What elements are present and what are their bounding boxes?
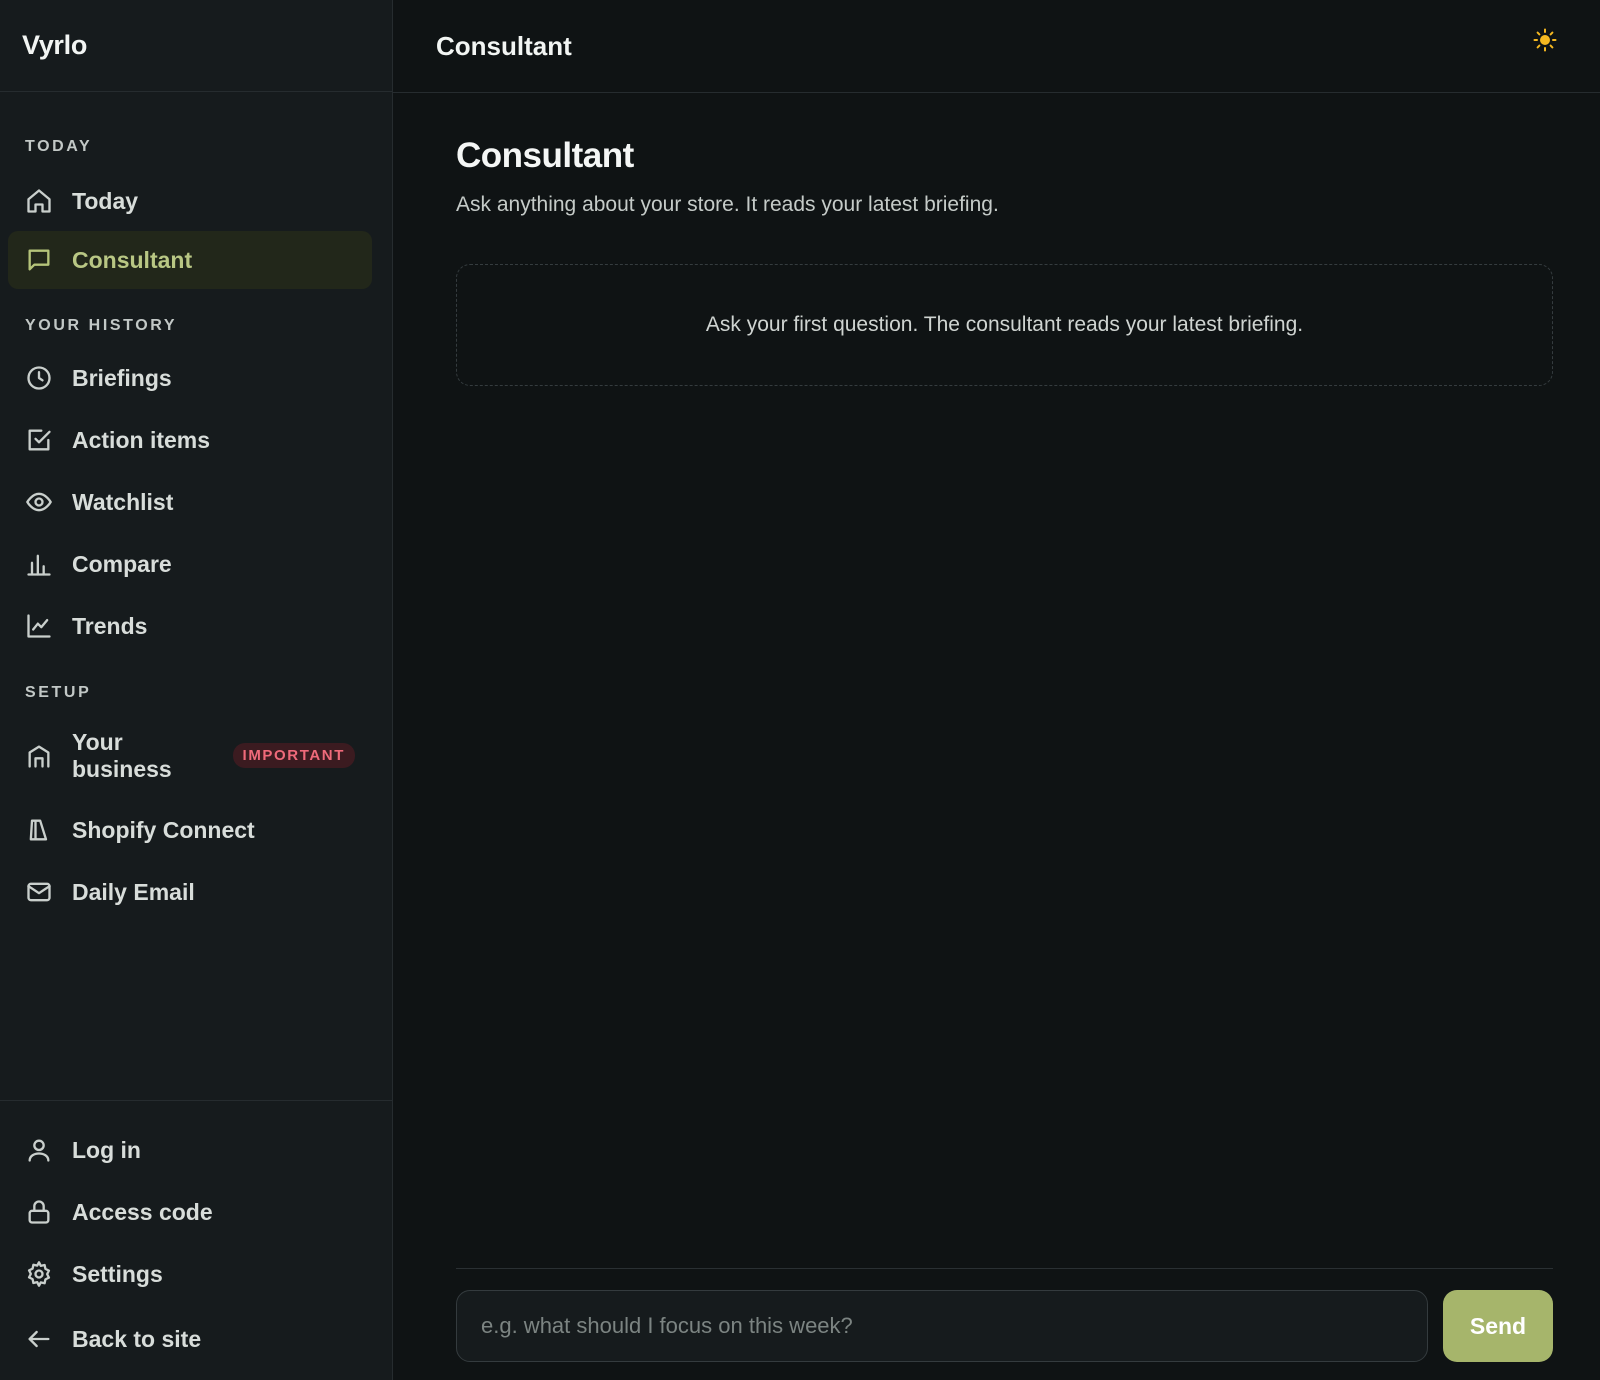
message-square-icon — [25, 246, 53, 274]
clock-icon — [25, 364, 53, 392]
sidebar-item-consultant[interactable]: Consultant — [8, 231, 372, 289]
sidebar-item-label: Action items — [72, 426, 211, 453]
sidebar-item-label: Daily Email — [72, 878, 195, 905]
sidebar-item-label: Briefings — [72, 364, 172, 391]
sidebar-item-login[interactable]: Log in — [8, 1121, 372, 1179]
sidebar-item-label: Trends — [72, 612, 148, 639]
empty-state: Ask your first question. The consultant … — [456, 264, 1553, 386]
gear-icon — [25, 1260, 53, 1288]
sidebar-item-label: Log in — [72, 1136, 141, 1163]
sidebar-item-your-business[interactable]: Your business IMPORTANT — [8, 727, 372, 785]
sidebar: Vyrlo TODAY Today Consultant YOUR HISTOR… — [0, 0, 393, 1380]
section-label-setup: SETUP — [25, 684, 92, 701]
home-icon — [25, 187, 53, 215]
sidebar-item-label: Watchlist — [72, 488, 174, 515]
sidebar-item-label: Back to site — [72, 1325, 202, 1352]
user-icon — [25, 1136, 53, 1164]
important-badge: IMPORTANT — [232, 743, 355, 768]
sidebar-item-label: Consultant — [72, 246, 193, 273]
bar-chart-icon — [25, 550, 53, 578]
sidebar-item-compare[interactable]: Compare — [8, 535, 372, 593]
sidebar-item-shopify-connect[interactable]: Shopify Connect — [8, 801, 372, 859]
page-subtitle: Ask anything about your store. It reads … — [456, 193, 999, 216]
page-title: Consultant — [456, 136, 634, 175]
top-bar: Consultant — [393, 0, 1600, 93]
section-label-history: YOUR HISTORY — [25, 317, 178, 334]
brand-logo[interactable]: Vyrlo — [0, 0, 392, 92]
mail-icon — [25, 878, 53, 906]
sidebar-item-label: Settings — [72, 1260, 163, 1287]
question-input[interactable] — [456, 1290, 1428, 1362]
eye-icon — [25, 488, 53, 516]
shopping-bag-icon — [25, 816, 53, 844]
sidebar-item-watchlist[interactable]: Watchlist — [8, 473, 372, 531]
sidebar-item-settings[interactable]: Settings — [8, 1245, 372, 1303]
sidebar-item-label: Shopify Connect — [72, 816, 255, 843]
sidebar-item-label: Your business — [72, 729, 172, 782]
sidebar-item-action-items[interactable]: Action items — [8, 411, 372, 469]
line-chart-icon — [25, 612, 53, 640]
check-square-icon — [25, 426, 53, 454]
store-icon — [25, 742, 53, 770]
sidebar-item-daily-email[interactable]: Daily Email — [8, 863, 372, 921]
sidebar-item-trends[interactable]: Trends — [8, 597, 372, 655]
section-label-today: TODAY — [25, 138, 93, 155]
sun-icon[interactable] — [1532, 27, 1558, 53]
sidebar-item-briefings[interactable]: Briefings — [8, 349, 372, 407]
lock-icon — [25, 1198, 53, 1226]
sidebar-item-today[interactable]: Today — [8, 172, 372, 230]
composer-divider — [456, 1268, 1553, 1269]
sidebar-item-label: Today — [72, 187, 139, 214]
sidebar-item-back-to-site[interactable]: Back to site — [8, 1310, 372, 1368]
arrow-left-icon — [25, 1325, 53, 1353]
sidebar-item-label: Access code — [72, 1198, 213, 1225]
topbar-title: Consultant — [436, 30, 572, 61]
sidebar-item-access-code[interactable]: Access code — [8, 1183, 372, 1241]
send-button[interactable]: Send — [1443, 1290, 1553, 1362]
sidebar-item-label: Compare — [72, 550, 172, 577]
